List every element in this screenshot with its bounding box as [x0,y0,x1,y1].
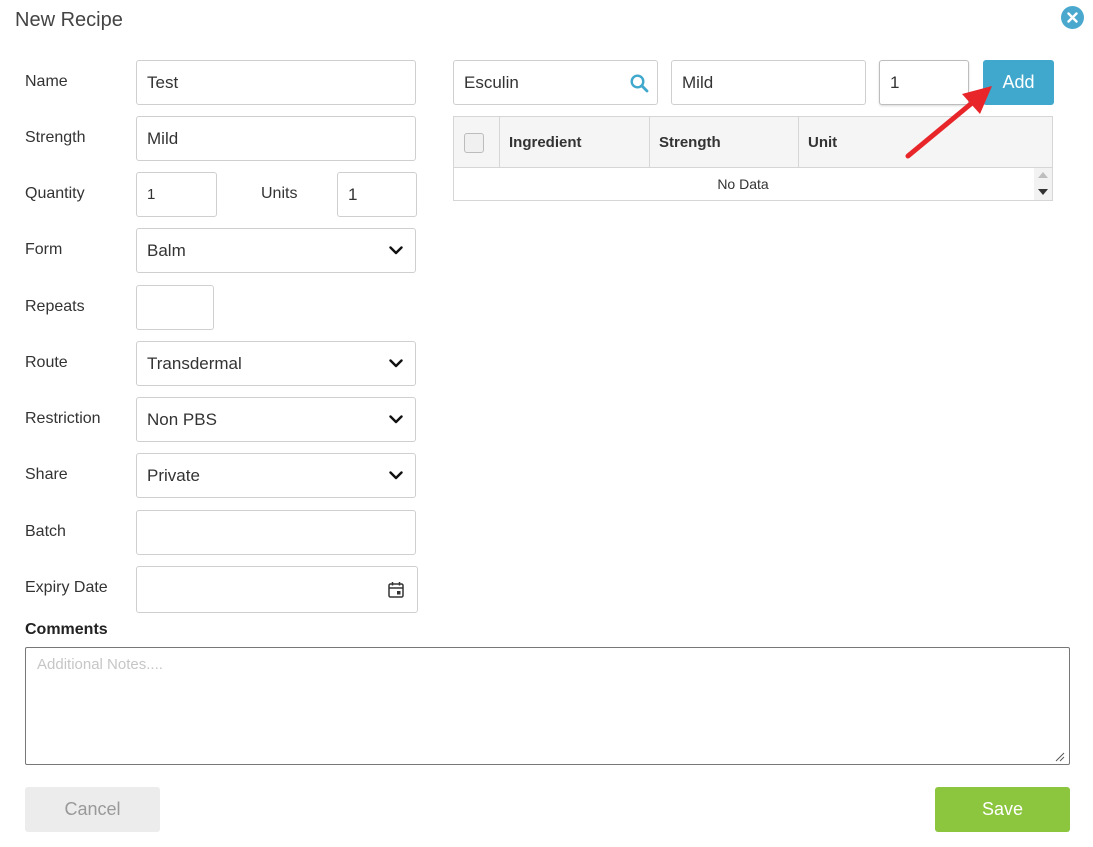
quantity-input[interactable]: 1 [136,172,217,217]
restriction-label: Restriction [25,410,101,427]
grid-header: Ingredient Strength Unit [454,117,1052,168]
ingredient-quantity-input[interactable]: 1 [879,60,969,105]
form-value: Balm [147,240,186,260]
name-input[interactable]: Test [136,60,416,105]
ingredient-search-value: Esculin [464,72,519,92]
strength-input[interactable]: Mild [136,116,416,161]
resize-grip-icon[interactable] [1055,752,1065,762]
save-button[interactable]: Save [935,787,1070,832]
comments-label: Comments [25,621,108,638]
share-select[interactable]: Private [136,453,416,498]
column-header-unit[interactable]: Unit [799,117,999,167]
grid-empty-message: No Data [717,176,769,192]
name-label: Name [25,73,68,90]
add-ingredient-button[interactable]: Add [983,60,1054,105]
select-all-checkbox[interactable] [464,133,484,153]
ingredient-strength-input[interactable]: Mild [671,60,866,105]
route-value: Transdermal [147,353,242,373]
batch-label: Batch [25,523,66,540]
share-value: Private [147,465,200,485]
calendar-icon[interactable] [388,581,404,598]
ingredient-quantity-value: 1 [890,72,900,92]
close-icon [1067,12,1078,23]
expiry-date-label: Expiry Date [25,579,108,596]
grid-scrollbar[interactable] [1034,168,1052,200]
share-label: Share [25,466,68,483]
dialog-title: New Recipe [15,9,123,31]
restriction-value: Non PBS [147,409,217,429]
units-label: Units [261,185,298,202]
form-select[interactable]: Balm [136,228,416,273]
ingredient-strength-value: Mild [682,72,714,92]
name-value: Test [147,72,179,92]
scroll-down-icon[interactable] [1038,188,1048,195]
chevron-down-icon [389,245,403,254]
route-select[interactable]: Transdermal [136,341,416,386]
comments-textarea[interactable] [25,647,1070,765]
units-value: 1 [348,184,358,204]
ingredient-search-input[interactable]: Esculin [453,60,658,105]
ingredient-grid: Ingredient Strength Unit No Data [453,116,1053,201]
repeats-input[interactable] [136,285,214,330]
quantity-value: 1 [147,186,156,203]
scroll-up-icon[interactable] [1038,172,1048,179]
column-header-ingredient[interactable]: Ingredient [500,117,650,167]
close-button[interactable] [1061,6,1084,29]
search-icon[interactable] [630,74,649,93]
expiry-date-input[interactable] [136,566,418,613]
units-input[interactable]: 1 [337,172,417,217]
quantity-label: Quantity [25,185,85,202]
chevron-down-icon [389,470,403,479]
chevron-down-icon [389,414,403,423]
chevron-down-icon [389,358,403,367]
restriction-select[interactable]: Non PBS [136,397,416,442]
strength-value: Mild [147,128,179,148]
cancel-button[interactable]: Cancel [25,787,160,832]
form-label: Form [25,241,63,258]
strength-label: Strength [25,129,86,146]
column-header-strength[interactable]: Strength [650,117,799,167]
repeats-label: Repeats [25,298,85,315]
new-recipe-dialog: New Recipe Name Test Strength Mild Quant… [0,0,1093,847]
route-label: Route [25,354,68,371]
batch-input[interactable] [136,510,416,555]
